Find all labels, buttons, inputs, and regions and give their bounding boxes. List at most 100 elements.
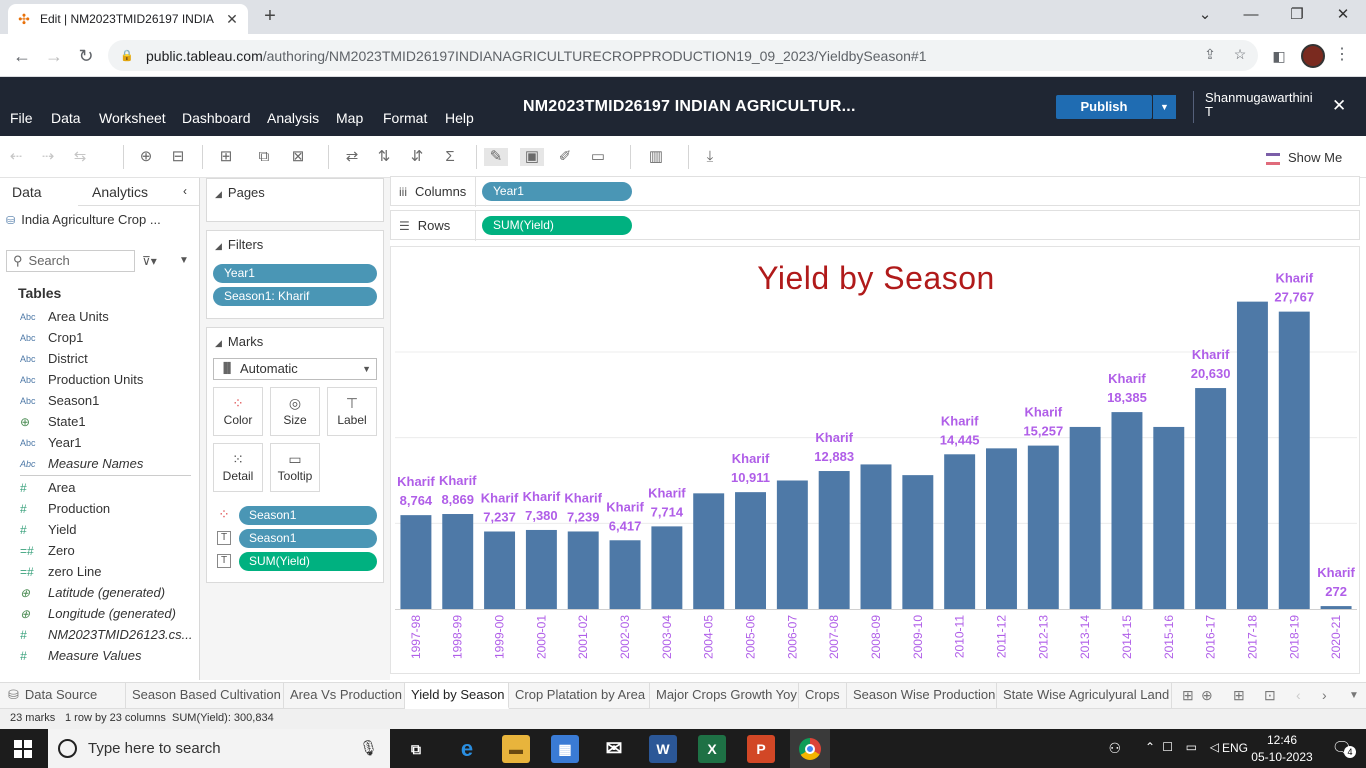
sheet-tab[interactable]: Season Wise Production: [847, 683, 997, 709]
totals-icon[interactable]: Σ: [438, 148, 462, 166]
viz-canvas[interactable]: Yield by Season Kharif 8,764 1997-98 Kharif…: [390, 246, 1360, 674]
forward-button[interactable]: →: [41, 43, 67, 69]
publish-button[interactable]: Publish: [1056, 95, 1152, 119]
field-item[interactable]: ⊕ Longitude (generated): [0, 603, 199, 624]
tab-data[interactable]: Data: [12, 184, 42, 200]
field-item[interactable]: # Area: [0, 477, 199, 498]
tray-chevron-up-icon[interactable]: ⌃: [1145, 740, 1155, 754]
show-cards-icon[interactable]: ▥: [644, 148, 668, 166]
sidebar-toggle-icon[interactable]: ◧: [1266, 43, 1292, 69]
network-icon[interactable]: ☐: [1162, 740, 1173, 754]
sort-ascending-icon[interactable]: ⇅: [372, 148, 396, 166]
sheet-tab[interactable]: Yield by Season: [405, 683, 509, 709]
field-item[interactable]: Abc Measure Names: [0, 453, 199, 474]
publish-dropdown-icon[interactable]: ▼: [1153, 95, 1176, 119]
marks-pill-color[interactable]: Season1: [239, 506, 377, 525]
pane-menu-icon[interactable]: ▼: [179, 255, 189, 266]
bookmark-star-icon[interactable]: ☆: [1230, 46, 1250, 63]
clock-date[interactable]: 05-10-2023: [1242, 750, 1322, 764]
format-workbook-icon[interactable]: ✐: [553, 148, 577, 166]
undo-icon[interactable]: ⇠: [4, 148, 28, 166]
new-datasource-icon[interactable]: ⊕: [134, 148, 158, 166]
menu-data[interactable]: Data: [51, 110, 81, 126]
swap-axes-icon[interactable]: ⇄: [340, 148, 364, 166]
highlight-icon[interactable]: ✎: [484, 148, 508, 166]
size-button[interactable]: ◎ Size: [270, 387, 320, 436]
url-field[interactable]: 🔒 public.tableau.com/authoring/NM2023TMI…: [108, 40, 1258, 71]
field-item[interactable]: =# Zero: [0, 540, 199, 561]
sheet-tab[interactable]: Major Crops Growth Yoy: [650, 683, 799, 709]
menu-analysis[interactable]: Analysis: [267, 110, 319, 126]
menu-help[interactable]: Help: [445, 110, 474, 126]
tab-analytics[interactable]: Analytics: [92, 184, 148, 200]
scroll-right-icon[interactable]: ›: [1322, 687, 1327, 703]
avatar[interactable]: [1301, 44, 1325, 68]
pause-updates-icon[interactable]: ⊟: [166, 148, 190, 166]
marks-pill-label[interactable]: Season1: [239, 529, 377, 548]
redo-icon[interactable]: ⇢: [36, 148, 60, 166]
mark-type-select[interactable]: ▐▌ Automatic ▼: [213, 358, 377, 380]
field-item[interactable]: ⊕ State1: [0, 411, 199, 432]
sheet-tab[interactable]: Season Based Cultivation: [126, 683, 284, 709]
new-worksheet-icon[interactable]: ⊕: [1201, 687, 1213, 704]
collapse-pane-icon[interactable]: ‹: [183, 184, 187, 198]
field-item[interactable]: =# zero Line: [0, 561, 199, 582]
sheet-tab[interactable]: Crop Platation by Area: [509, 683, 650, 709]
field-item[interactable]: Abc District: [0, 348, 199, 369]
new-tab-button[interactable]: +: [258, 5, 282, 29]
close-window-button[interactable]: ✕: [1320, 4, 1366, 28]
color-button[interactable]: ⁘ Color: [213, 387, 263, 436]
file-explorer-icon[interactable]: ▬: [502, 735, 530, 763]
new-dashboard-icon[interactable]: ⊞: [1233, 687, 1245, 704]
filter-pill-year1[interactable]: Year1: [213, 264, 377, 283]
duplicate-sheet-icon[interactable]: ⧉: [252, 148, 276, 166]
minimize-button[interactable]: —: [1228, 4, 1274, 28]
marks-card[interactable]: ◢ Marks ▐▌ Automatic ▼ ⁘ Color ◎ Size ⊤ Label …: [206, 327, 384, 583]
rows-shelf[interactable]: ☰ Rows SUM(Yield): [390, 210, 1360, 241]
collapse-card-icon[interactable]: ◢: [215, 241, 222, 251]
tab-data-source[interactable]: ⛁ Data Source: [2, 683, 126, 709]
sheet-tab[interactable]: State Wise Agriculyural Land: [997, 683, 1172, 709]
tooltip-button[interactable]: ▭ Tooltip: [270, 443, 320, 492]
detail-button[interactable]: ⁙ Detail: [213, 443, 263, 492]
filter-fields-icon[interactable]: ⊽▾: [142, 254, 157, 268]
field-item[interactable]: # Yield: [0, 519, 199, 540]
menu-map[interactable]: Map: [336, 110, 363, 126]
rows-pill-yield[interactable]: SUM(Yield): [482, 216, 632, 235]
store-icon[interactable]: ▦: [551, 735, 579, 763]
chevron-down-icon[interactable]: ⌄: [1182, 4, 1228, 28]
field-item[interactable]: Abc Area Units: [0, 306, 199, 327]
collapse-card-icon[interactable]: ◢: [215, 189, 222, 199]
show-labels-icon[interactable]: ▣: [520, 148, 544, 166]
excel-icon[interactable]: X: [698, 735, 726, 763]
field-item[interactable]: ⊕ Latitude (generated): [0, 582, 199, 603]
task-view-icon[interactable]: ⧉: [402, 735, 430, 763]
label-button[interactable]: ⊤ Label: [327, 387, 377, 436]
field-item[interactable]: Abc Crop1: [0, 327, 199, 348]
clear-sheet-icon[interactable]: ⊠: [286, 148, 310, 166]
menu-worksheet[interactable]: Worksheet: [99, 110, 166, 126]
sheet-tab[interactable]: Crops: [799, 683, 847, 709]
close-tab-icon[interactable]: ✕: [224, 11, 240, 28]
close-editor-icon[interactable]: ✕: [1332, 96, 1346, 116]
field-item[interactable]: # NM2023TMID26123.cs...: [0, 624, 199, 645]
fit-icon[interactable]: ▭: [586, 148, 610, 166]
share-icon[interactable]: ⇪: [1200, 46, 1220, 63]
windows-start-icon[interactable]: [14, 740, 32, 758]
marks-pill-measure[interactable]: SUM(Yield): [239, 552, 377, 571]
pages-card[interactable]: ◢ Pages: [206, 178, 384, 222]
field-item[interactable]: # Production: [0, 498, 199, 519]
filter-pill-season1[interactable]: Season1: Kharif: [213, 287, 377, 306]
columns-pill-year1[interactable]: Year1: [482, 182, 632, 201]
new-story-icon[interactable]: ⊡: [1264, 687, 1276, 704]
field-item[interactable]: Abc Production Units: [0, 369, 199, 390]
filters-card[interactable]: ◢ Filters Year1 Season1: Kharif: [206, 230, 384, 319]
field-item[interactable]: # Measure Values: [0, 645, 199, 666]
clock-time[interactable]: 12:46: [1256, 733, 1308, 747]
sort-descending-icon[interactable]: ⇵: [405, 148, 429, 166]
data-source-item[interactable]: ⛁ India Agriculture Crop ...: [6, 212, 161, 227]
powerpoint-icon[interactable]: P: [747, 735, 775, 763]
scroll-left-icon[interactable]: ‹: [1296, 687, 1301, 703]
new-sheet-icon[interactable]: ⊞: [1182, 687, 1194, 704]
menu-file[interactable]: File: [10, 110, 33, 126]
